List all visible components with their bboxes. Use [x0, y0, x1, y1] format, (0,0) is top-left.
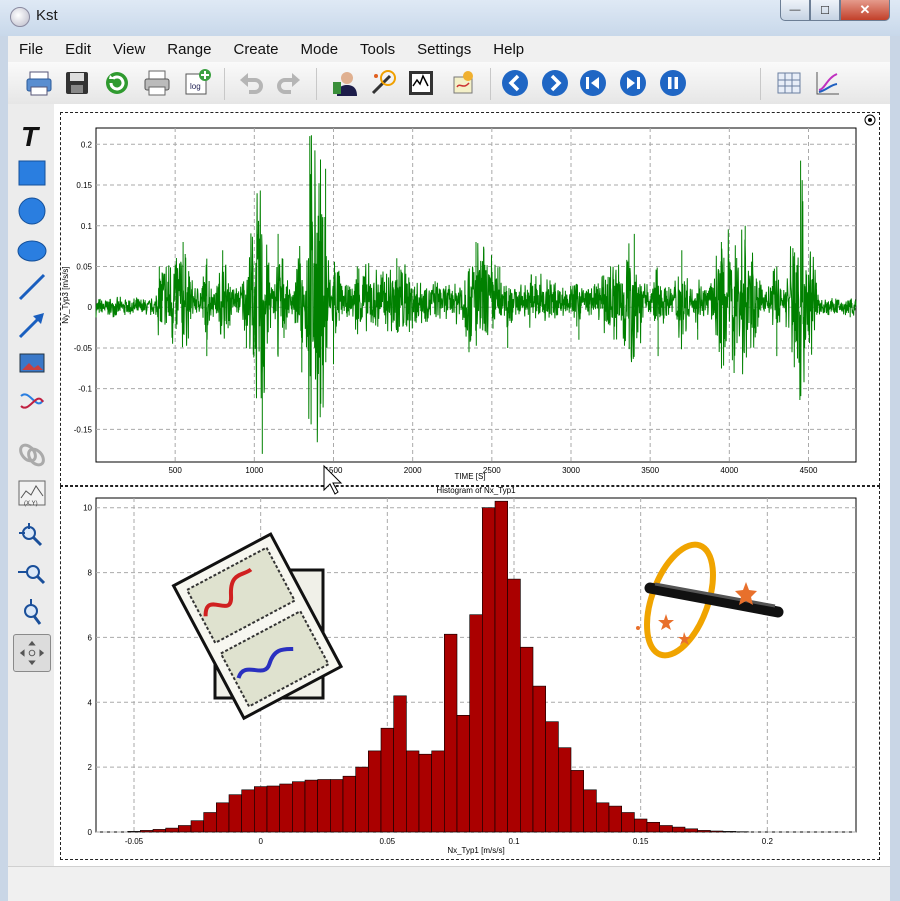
- histogram-bar: [242, 790, 255, 832]
- top-x-ticks: 50010001500200025003000350040004500: [168, 466, 817, 475]
- top-x-tick-label: 2000: [404, 466, 422, 475]
- histogram-bar: [710, 831, 723, 832]
- histogram-bar: [520, 647, 533, 832]
- histogram-bar: [381, 728, 394, 832]
- top-x-tick-label: 3000: [562, 466, 580, 475]
- histogram-bar: [508, 579, 521, 832]
- histogram-bar: [153, 829, 166, 832]
- top-x-tick-label: 1000: [245, 466, 263, 475]
- bottom-y-tick-label: 4: [88, 698, 93, 707]
- histogram-bar: [191, 821, 204, 832]
- histogram-bar: [558, 748, 571, 832]
- plot-handle-dot: [868, 118, 872, 122]
- status-bar: [8, 866, 890, 901]
- histogram-bar: [432, 751, 445, 832]
- histogram-bar: [128, 831, 141, 832]
- histogram-bar: [394, 696, 407, 832]
- histogram-bar: [685, 829, 698, 832]
- histogram-bar: [571, 770, 584, 832]
- histogram-bar: [280, 784, 293, 832]
- bottom-x-label: Nx_Typ1 [m/s/s]: [447, 846, 504, 855]
- histogram-bar: [622, 813, 635, 833]
- histogram-bar: [305, 780, 318, 832]
- histogram-bar: [596, 803, 609, 832]
- histogram-bar: [723, 831, 736, 832]
- histogram-bar: [609, 806, 622, 832]
- top-x-tick-label: 3500: [641, 466, 659, 475]
- histogram-bar: [457, 715, 470, 832]
- bottom-x-tick-label: 0.1: [508, 837, 520, 846]
- charts-layer: 0.20.150.10.050-0.05-0.1-0.15 5001000150…: [0, 0, 900, 900]
- histogram-bar: [672, 827, 685, 832]
- histogram-bar: [343, 776, 356, 832]
- top-y-tick-label: 0.15: [76, 181, 92, 190]
- bottom-y-tick-label: 8: [88, 569, 93, 578]
- top-x-tick-label: 4500: [800, 466, 818, 475]
- histogram-bar: [419, 754, 432, 832]
- histogram-bar: [495, 501, 508, 832]
- top-y-tick-label: 0: [88, 303, 93, 312]
- histogram-bar: [254, 787, 267, 832]
- bottom-title: Histogram of Nx_Typ1: [436, 486, 516, 495]
- histogram-bar: [356, 767, 369, 832]
- bottom-y-ticks: 10 8 6 4 2 0: [83, 504, 92, 837]
- histogram-bar: [698, 830, 711, 832]
- histogram-bar: [444, 634, 457, 832]
- top-y-ticks: 0.2 0.15 0.1 0.05 0 -0.05 -0.1 -0.15: [74, 140, 93, 434]
- bottom-y-tick-label: 2: [88, 763, 93, 772]
- histogram-bar: [166, 828, 179, 832]
- histogram-bar: [647, 822, 660, 832]
- top-chart[interactable]: 0.20.150.10.050-0.05-0.1-0.15 5001000150…: [61, 115, 875, 481]
- bottom-y-tick-label: 0: [88, 828, 93, 837]
- histogram-bar: [204, 813, 217, 833]
- bottom-x-tick-label: 0.05: [380, 837, 396, 846]
- top-x-tick-label: 500: [168, 466, 182, 475]
- histogram-bar: [634, 819, 647, 832]
- bottom-x-tick-label: 0: [258, 837, 263, 846]
- top-y-tick-label: -0.1: [78, 385, 92, 394]
- histogram-bar: [140, 830, 153, 832]
- bottom-x-ticks: -0.05 0 0.05 0.1 0.15 0.2: [125, 837, 774, 846]
- histogram-bar: [318, 780, 331, 833]
- histogram-bar: [470, 615, 483, 832]
- histogram-bar: [330, 780, 343, 833]
- top-x-label: TIME [S]: [454, 472, 485, 481]
- histogram-bar: [229, 795, 242, 832]
- top-y-label: Ny_Typ3 [m/s/s]: [61, 266, 70, 323]
- histogram-bar: [660, 826, 673, 833]
- histogram-bar: [267, 786, 280, 832]
- histogram-bar: [368, 751, 381, 832]
- top-y-tick-label: -0.05: [74, 344, 93, 353]
- bottom-y-tick-label: 6: [88, 633, 93, 642]
- top-y-tick-label: 0.1: [81, 222, 93, 231]
- histogram-bar: [584, 790, 597, 832]
- bottom-chart[interactable]: Histogram of Nx_Typ1 10 8 6 4 2 0 -0.05 0 0.05 0…: [83, 486, 856, 855]
- top-y-tick-label: 0.05: [76, 262, 92, 271]
- bottom-x-tick-label: -0.05: [125, 837, 144, 846]
- bottom-x-tick-label: 0.2: [762, 837, 774, 846]
- histogram-bar: [546, 722, 559, 832]
- histogram-bar: [406, 751, 419, 832]
- top-y-tick-label: 0.2: [81, 140, 93, 149]
- bottom-x-tick-label: 0.15: [633, 837, 649, 846]
- histogram-bar: [482, 508, 495, 832]
- histogram-bar: [178, 826, 191, 833]
- top-y-tick-label: -0.15: [74, 425, 93, 434]
- top-x-tick-label: 4000: [720, 466, 738, 475]
- bottom-y-tick-label: 10: [83, 504, 92, 513]
- histogram-bar: [216, 803, 229, 832]
- histogram-bar: [533, 686, 546, 832]
- histogram-bar: [292, 782, 305, 832]
- top-x-tick-label: 2500: [483, 466, 501, 475]
